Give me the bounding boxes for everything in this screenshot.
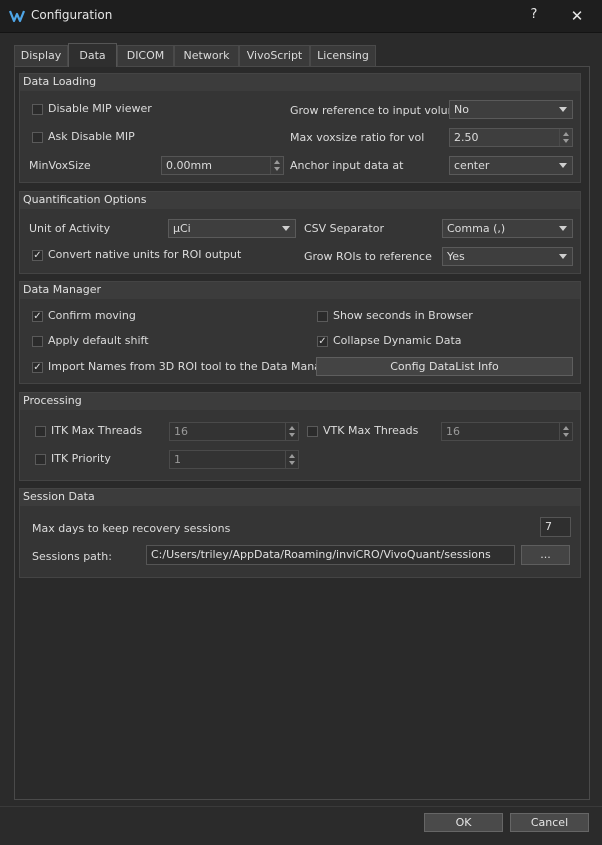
itk-priority-label: ITK Priority [51,452,111,465]
disable-mip-label: Disable MIP viewer [48,102,152,115]
csv-separator-combo[interactable]: Comma (,) [442,219,573,238]
cancel-button[interactable]: Cancel [510,813,589,832]
grow-reference-value: No [454,103,469,116]
spin-down-icon[interactable] [563,139,569,143]
chevron-down-icon [559,163,567,168]
window-title: Configuration [31,8,113,22]
itk-max-threads-checkbox[interactable] [35,426,46,437]
spin-down-icon[interactable] [563,433,569,437]
spin-up-icon[interactable] [289,454,295,458]
import-names-checkbox[interactable]: ✓ [32,362,43,373]
quantification-options-group: Quantification Options Unit of Activity … [19,191,581,274]
tab-data[interactable]: Data [68,43,117,67]
vivoquant-logo-icon [9,10,25,23]
tab-network[interactable]: Network [174,45,239,66]
confirm-moving-label: Confirm moving [48,309,136,322]
convert-native-checkbox[interactable]: ✓ [32,250,43,261]
title-bar: Configuration ? ✕ [0,0,602,33]
chevron-down-icon [559,254,567,259]
tab-display[interactable]: Display [14,45,68,66]
max-voxsize-ratio-value: 2.50 [454,131,479,144]
spin-up-icon[interactable] [274,160,280,164]
grow-rois-value: Yes [447,250,465,263]
chevron-down-icon [559,226,567,231]
spin-down-icon[interactable] [289,433,295,437]
min-vox-size-spinbox[interactable]: 0.00mm [161,156,284,175]
ok-button[interactable]: OK [424,813,503,832]
itk-max-threads-value: 16 [174,425,188,438]
data-manager-group: Data Manager ✓ Confirm moving Apply defa… [19,281,581,384]
csv-separator-label: CSV Separator [304,222,384,235]
disable-mip-checkbox[interactable] [32,104,43,115]
unit-of-activity-value: µCi [173,222,191,235]
itk-max-threads-spinbox[interactable]: 16 [169,422,299,441]
show-seconds-checkbox[interactable] [317,311,328,322]
max-voxsize-ratio-spinbox[interactable]: 2.50 [449,128,573,147]
spin-down-icon[interactable] [274,167,280,171]
footer-divider [0,806,602,807]
itk-priority-value: 1 [174,453,181,466]
itk-max-threads-label: ITK Max Threads [51,424,143,437]
csv-separator-value: Comma (,) [447,222,506,235]
group-title: Quantification Options [20,192,580,209]
anchor-value: center [454,159,490,172]
min-vox-size-value: 0.00mm [166,159,212,172]
grow-reference-combo[interactable]: No [449,100,573,119]
spin-down-icon[interactable] [289,461,295,465]
apply-default-shift-label: Apply default shift [48,334,149,347]
tab-licensing[interactable]: Licensing [310,45,376,66]
group-title: Data Manager [20,282,580,299]
unit-of-activity-label: Unit of Activity [29,222,111,235]
import-names-label: Import Names from 3D ROI tool to the Dat… [48,360,340,373]
group-title: Processing [20,393,580,410]
grow-rois-label: Grow ROIs to reference [304,250,432,263]
apply-default-shift-checkbox[interactable] [32,336,43,347]
vtk-max-threads-value: 16 [446,425,460,438]
ask-disable-mip-checkbox[interactable] [32,132,43,143]
help-button[interactable]: ? [526,6,542,24]
close-button[interactable]: ✕ [566,6,588,26]
show-seconds-label: Show seconds in Browser [333,309,473,322]
grow-rois-combo[interactable]: Yes [442,247,573,266]
chevron-down-icon [282,226,290,231]
vtk-max-threads-label: VTK Max Threads [323,424,419,437]
data-loading-group: Data Loading Disable MIP viewer Ask Disa… [19,73,581,183]
itk-priority-checkbox[interactable] [35,454,46,465]
spin-up-icon[interactable] [563,426,569,430]
collapse-dynamic-label: Collapse Dynamic Data [333,334,462,347]
tab-vivoscript[interactable]: VivoScript [239,45,310,66]
grow-reference-label: Grow reference to input volume [290,104,466,117]
max-voxsize-ratio-label: Max voxsize ratio for vol [290,131,425,144]
anchor-combo[interactable]: center [449,156,573,175]
itk-priority-spinbox[interactable]: 1 [169,450,299,469]
group-title: Data Loading [20,74,580,91]
convert-native-label: Convert native units for ROI output [48,248,242,261]
spin-up-icon[interactable] [563,132,569,136]
collapse-dynamic-checkbox[interactable]: ✓ [317,336,328,347]
max-days-label: Max days to keep recovery sessions [32,522,231,535]
vtk-max-threads-spinbox[interactable]: 16 [441,422,573,441]
browse-button[interactable]: ... [521,545,570,565]
vtk-max-threads-checkbox[interactable] [307,426,318,437]
processing-group: Processing ITK Max Threads 16 ITK Priori… [19,392,581,481]
spin-up-icon[interactable] [289,426,295,430]
sessions-path-input[interactable]: C:/Users/triley/AppData/Roaming/inviCRO/… [146,545,515,565]
config-datalist-button[interactable]: Config DataList Info [316,357,573,376]
confirm-moving-checkbox[interactable]: ✓ [32,311,43,322]
tab-dicom[interactable]: DICOM [117,45,174,66]
unit-of-activity-combo[interactable]: µCi [168,219,296,238]
session-data-group: Session Data Max days to keep recovery s… [19,488,581,578]
sessions-path-label: Sessions path: [32,550,112,563]
group-title: Session Data [20,489,580,506]
max-days-input[interactable]: 7 [540,517,571,537]
anchor-label: Anchor input data at [290,159,404,172]
min-vox-size-label: MinVoxSize [29,159,91,172]
chevron-down-icon [559,107,567,112]
ask-disable-mip-label: Ask Disable MIP [48,130,135,143]
